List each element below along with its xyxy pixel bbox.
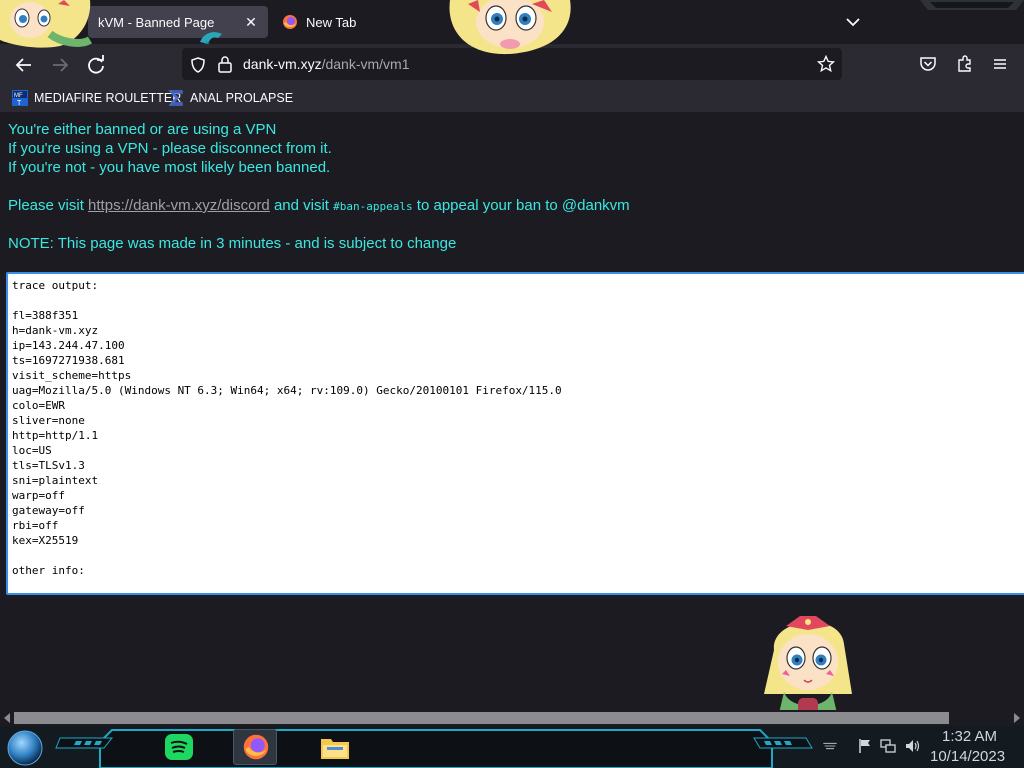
volume-icon[interactable]	[904, 738, 920, 754]
action-center-flag-icon[interactable]	[857, 738, 873, 754]
firefox-icon	[283, 15, 297, 29]
banned-message-line-1: You're either banned or are using a VPN	[8, 121, 277, 138]
svg-text:MF: MF	[14, 93, 23, 99]
clock-time[interactable]: 1:32 AM	[942, 728, 997, 745]
back-arrow-icon[interactable]	[11, 52, 37, 78]
url-domain: dank-vm.xyz	[243, 56, 322, 72]
appeal-suffix: to appeal your ban to @dankvm	[412, 197, 630, 214]
tab-title: kVM - Banned Page	[98, 14, 215, 30]
bookmark-star-icon[interactable]	[817, 55, 835, 73]
scroll-right-arrow-icon[interactable]	[1013, 713, 1021, 723]
appeal-message: Please visit https://dank-vm.xyz/discord…	[8, 197, 630, 214]
bookmark-label: MEDIAFIRE ROULETTER	[34, 91, 182, 105]
mediafire-icon: MF T	[12, 90, 28, 106]
trace-output-textarea[interactable]: trace output: fl=388f351 h=dank-vm.xyz i…	[6, 272, 1024, 595]
start-orb-icon[interactable]	[6, 729, 44, 767]
scrollbar-thumb[interactable]	[14, 712, 949, 724]
reload-icon[interactable]	[83, 52, 109, 78]
network-icon[interactable]	[880, 738, 896, 754]
sigma-icon	[168, 90, 183, 106]
show-hidden-icons-icon[interactable]	[822, 738, 838, 754]
browser-window: { "tabs": [ {"title": "kVM - Banned Page…	[0, 0, 1024, 768]
clock-date[interactable]: 10/14/2023	[930, 748, 1005, 765]
forward-arrow-icon[interactable]	[47, 52, 73, 78]
taskbar-firefox[interactable]	[233, 729, 277, 765]
url-path: /dank-vm/vm1	[321, 56, 410, 72]
lock-icon[interactable]	[217, 55, 233, 73]
banned-message-line-3: If you're not - you have most likely bee…	[8, 159, 331, 176]
appeal-prefix: Please visit	[8, 197, 89, 214]
bookmark-label: ANAL PROLAPSE	[190, 91, 294, 105]
svg-text:T: T	[17, 100, 22, 106]
extensions-puzzle-icon[interactable]	[955, 54, 975, 74]
ban-appeals-channel: #ban-appeals	[333, 200, 413, 213]
window-frame-decoration	[920, 0, 1024, 10]
file-explorer-icon	[321, 739, 349, 759]
spotify-icon	[165, 734, 193, 760]
appeal-mid: and visit	[269, 197, 334, 214]
tab-banned-page[interactable]: kVM - Banned Page ✕	[88, 6, 268, 38]
hamburger-menu-icon[interactable]	[991, 55, 1009, 73]
bookmark-anal-prolapse[interactable]: ANAL PROLAPSE	[168, 88, 293, 108]
trace-output-text: trace output: fl=388f351 h=dank-vm.xyz i…	[12, 279, 562, 577]
tracking-protection-shield-icon[interactable]	[189, 56, 207, 74]
tab-new-tab[interactable]: New Tab	[274, 6, 454, 38]
tab-title: New Tab	[306, 14, 357, 30]
note-message: NOTE: This page was made in 3 minutes - …	[8, 235, 457, 252]
banned-message-line-2: If you're using a VPN - please disconnec…	[8, 140, 332, 157]
url-text[interactable]: dank-vm.xyz/dank-vm/vm1	[243, 56, 410, 72]
taskbar-spotify[interactable]	[158, 729, 202, 765]
scroll-left-arrow-icon[interactable]	[3, 713, 11, 723]
discord-link[interactable]: https://dank-vm.xyz/discord	[88, 197, 270, 214]
taskbar-file-explorer[interactable]	[313, 729, 357, 765]
mascot-decoration-top	[449, 0, 571, 55]
mascot-decoration-left	[0, 0, 93, 48]
bookmark-mediafire-rouletter[interactable]: MF T MEDIAFIRE ROULETTER	[12, 88, 181, 108]
firefox-icon	[243, 734, 269, 760]
tab-close-icon[interactable]: ✕	[242, 13, 260, 31]
pocket-icon[interactable]	[919, 55, 937, 73]
list-all-tabs-chevron-icon[interactable]	[842, 12, 864, 32]
